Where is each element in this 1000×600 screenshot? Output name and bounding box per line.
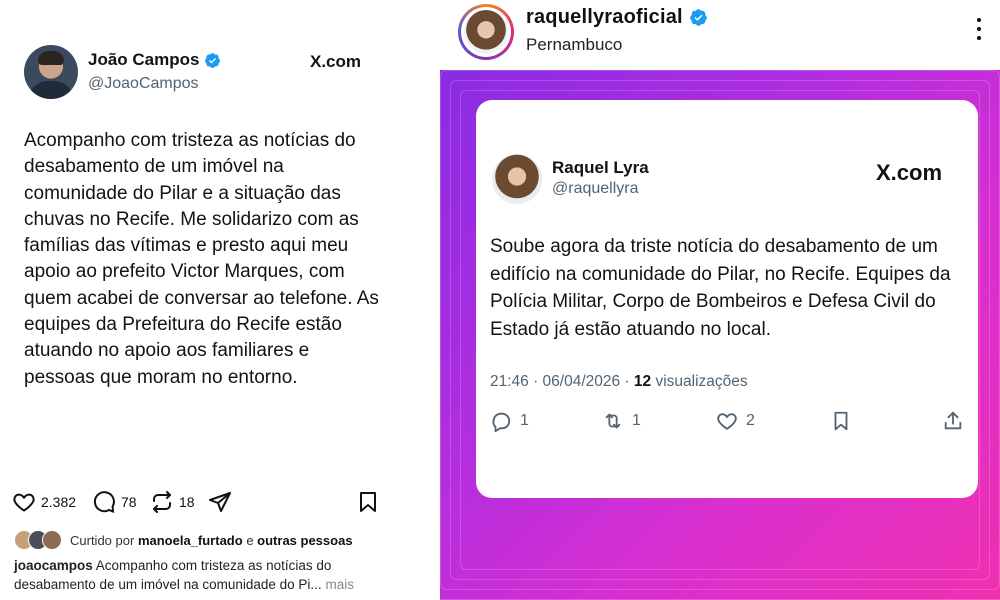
tweet-meta: 21:46 · 06/04/2026 · 12 visualizações: [490, 373, 748, 391]
ig-user-row: raquellyraoficial: [526, 6, 708, 29]
like-action[interactable]: 2.382: [12, 490, 76, 514]
ig-location[interactable]: Pernambuco: [526, 35, 622, 55]
liked-by-connector: e: [246, 532, 254, 548]
retweet-icon[interactable]: [602, 410, 624, 432]
author-name[interactable]: João Campos: [88, 50, 199, 70]
post-actions: 2.382 78 18: [12, 490, 382, 520]
bookmark-icon[interactable]: [356, 490, 380, 514]
heart-icon[interactable]: [12, 490, 36, 514]
post-text: Acompanho com tristeza as notícias do de…: [24, 130, 379, 388]
liked-avatars: [14, 530, 64, 550]
verified-icon: [689, 9, 707, 26]
tweet-card: Raquel Lyra @raquellyra X.com Soube agor…: [476, 100, 978, 498]
liked-by-others[interactable]: outras pessoas: [257, 533, 352, 548]
share-action[interactable]: [942, 410, 964, 432]
liked-by-prefix: Curtido por: [70, 532, 135, 548]
tweet-timestamp: 21:46 · 06/04/2026 ·: [490, 373, 630, 390]
comment-icon[interactable]: [92, 490, 116, 514]
comment-count: 78: [121, 494, 137, 510]
reply-icon[interactable]: [490, 410, 512, 432]
reply-count: 1: [520, 412, 529, 429]
share-icon[interactable]: [208, 490, 232, 514]
retweet-action[interactable]: 1: [602, 410, 641, 432]
reply-action[interactable]: 1: [490, 410, 529, 432]
left-post-panel: João Campos @JoaoCampos X.com Acompanho …: [0, 0, 440, 600]
repost-count: 18: [179, 494, 195, 510]
like-action[interactable]: 2: [716, 410, 755, 432]
avatar[interactable]: [492, 154, 542, 204]
source-label: X.com: [876, 160, 943, 185]
heart-icon[interactable]: [716, 410, 738, 432]
ig-username[interactable]: raquellyraoficial: [526, 6, 683, 29]
bookmark-action[interactable]: [830, 410, 852, 432]
views-count: 12: [633, 373, 652, 390]
kebab-menu-icon[interactable]: [976, 18, 982, 44]
caption-user[interactable]: joaocampos: [14, 558, 93, 573]
story-ring[interactable]: [458, 4, 514, 60]
verified-icon: [205, 52, 221, 68]
comment-action[interactable]: 78: [92, 490, 137, 514]
avatar[interactable]: [24, 45, 78, 99]
tweet-text: Soube agora da triste notícia do desabam…: [490, 236, 951, 340]
avatar[interactable]: [464, 10, 508, 54]
bookmark-icon[interactable]: [830, 410, 852, 432]
share-action[interactable]: [208, 490, 232, 514]
views-label: visualizações: [655, 373, 748, 390]
repost-action[interactable]: 18: [150, 490, 195, 514]
author-handle[interactable]: @JoaoCampos: [88, 75, 199, 93]
like-count: 2.382: [41, 494, 77, 510]
tweet-actions: 1 1 2: [490, 410, 970, 440]
right-post-panel: raquellyraoficial Pernambuco Raquel Lyra…: [440, 0, 1000, 600]
author-row: João Campos: [88, 50, 221, 70]
like-count: 2: [746, 412, 755, 429]
caption-more[interactable]: mais: [325, 577, 354, 592]
bookmark-action[interactable]: [356, 490, 380, 514]
tweet-author-name[interactable]: Raquel Lyra: [552, 158, 649, 178]
upload-icon[interactable]: [942, 410, 964, 432]
liked-by-user[interactable]: manoela_furtado: [138, 533, 243, 548]
liked-by-row[interactable]: Curtido por manoela_furtado e outras pes…: [14, 530, 353, 550]
retweet-count: 1: [632, 412, 641, 429]
tweet-author-handle[interactable]: @raquellyra: [552, 180, 639, 198]
post-caption: joaocampos Acompanho com tristeza as not…: [14, 556, 394, 594]
source-label: X.com: [310, 52, 362, 71]
avatar: [42, 530, 62, 550]
repost-icon[interactable]: [150, 490, 174, 514]
